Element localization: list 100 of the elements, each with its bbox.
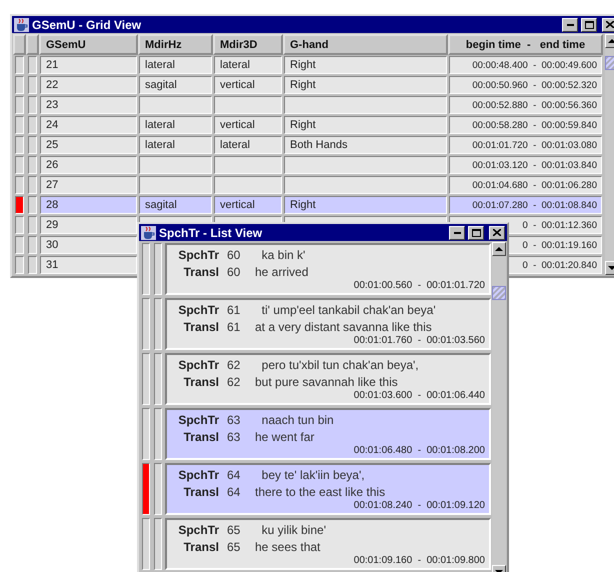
table-cell: 27 [40,176,137,194]
scrollbar-thumb[interactable] [492,286,506,300]
annotation-text: at a very distant savanna like this [255,320,433,334]
time-cell: 00:00:48.400 - 00:00:49.600 [449,56,602,74]
time-cell: 00:00:52.880 - 00:00:56.360 [449,96,602,114]
annotation-number: 65 [227,540,242,554]
table-cell: 24 [40,116,137,134]
time-range: 00:01:08.240 - 00:01:09.120 [354,500,485,511]
table-cell: lateral [214,56,282,74]
entry-marker [154,518,162,570]
column-header[interactable]: MdirHz [138,34,213,55]
annotation-number: 64 [227,484,242,498]
table-cell: 22 [40,76,137,94]
annotation-text: he went far [255,430,316,444]
minimize-icon [566,24,574,26]
table-cell: vertical [214,76,282,94]
annotation-number: 64 [227,468,242,482]
row-marker [28,116,37,134]
tier-label: Transl [182,320,220,334]
annotation-number: 62 [227,358,242,372]
time-range: 00:01:01.760 - 00:01:03.560 [354,335,485,346]
table-cell: Right [284,56,447,74]
table-cell: vertical [214,196,282,214]
tier-label: SpchTr [177,522,220,536]
row-marker [28,256,37,274]
table-cell: 23 [40,96,137,114]
entry-card[interactable]: SpchTr 65 ku yilik bine' Transl 65 he sees that 00:01:09.160 - 00:01:09.800 [165,518,491,570]
annotation-text: he arrived [255,264,310,278]
time-cell: 00:01:01.720 - 00:01:03.080 [449,136,602,154]
table-cell: 28 [40,196,137,214]
tier-label: SpchTr [177,412,220,426]
table-cell: 31 [40,256,137,274]
column-header[interactable]: GSemU [39,34,138,55]
entry-card[interactable]: SpchTr 61 ti' ump'eel tankabil chak'an beya' Transl 61 at a very distant savanna like this 00:01:01.760 - 00:01:03.560 [165,298,491,350]
scroll-up-button[interactable] [492,242,506,256]
tier-label: Transl [182,264,220,278]
tier-label: SpchTr [177,248,220,262]
scrollbar[interactable] [492,242,506,572]
time-cell: 00:00:50.960 - 00:00:52.320 [449,76,602,94]
down-arrow-icon [608,266,614,270]
minimize-button[interactable] [562,18,578,32]
annotation-text: ka bin k' [260,248,306,262]
annotation-text: but pure savannah like this [255,374,399,388]
table-cell: lateral [139,116,212,134]
maximize-button[interactable] [581,18,597,32]
column-header[interactable]: begin time - end time [448,34,603,55]
annotation-text: there to the east like this [255,484,386,498]
time-range: 00:01:09.160 - 00:01:09.800 [354,555,485,566]
tier-label: Transl [182,374,220,388]
minimize-icon [454,232,460,234]
row-marker [28,216,37,234]
entry-card[interactable]: SpchTr 63 naach tun bin Transl 63 he went far 00:01:06.480 - 00:01:08.200 [165,408,491,460]
table-cell: 21 [40,56,137,74]
annotation-number: 65 [227,522,242,536]
maximize-button[interactable] [468,226,484,240]
maximize-icon [472,228,480,236]
annotation-number: 60 [227,264,242,278]
minimize-button[interactable] [449,226,465,240]
entry-marker [154,243,162,295]
table-cell: Right [284,116,447,134]
window-title: SpchTr - List View [159,226,264,240]
tier-label: Transl [182,430,220,444]
table-cell: Both Hands [284,136,447,154]
cup-icon [141,226,156,240]
window-title: GSemU - Grid View [32,18,142,32]
row-marker [28,236,37,254]
annotation-text: naach tun bin [260,412,335,426]
table-cell: sagital [139,76,212,94]
entry-marker [154,298,162,350]
annotation-text: pero tu'xbil tun chak'an beya', [260,358,420,372]
time-range: 00:01:06.480 - 00:01:08.200 [354,445,485,456]
time-range: 00:01:03.600 - 00:01:06.440 [354,390,485,401]
table-cell: 25 [40,136,137,154]
time-range: 00:01:00.560 - 00:01:01.720 [354,280,485,291]
column-header[interactable]: Mdir3D [213,34,283,55]
cup-icon [14,18,29,32]
close-button[interactable] [602,18,614,32]
close-icon [606,21,614,28]
entry-marker [154,353,162,405]
close-button[interactable] [489,226,505,240]
annotation-text: ti' ump'eel tankabil chak'an beya' [260,302,437,316]
entry-card[interactable]: SpchTr 60 ka bin k' Transl 60 he arrived 00:01:00.560 - 00:01:01.720 [165,243,491,295]
time-cell: 00:01:03.120 - 00:01:03.840 [449,156,602,174]
annotation-number: 60 [227,248,242,262]
row-marker [28,56,37,74]
close-icon [493,229,501,236]
annotation-number: 63 [227,412,242,426]
annotation-text: he sees that [255,540,322,554]
column-header[interactable]: G-hand [283,34,448,55]
time-cell: 00:00:58.280 - 00:00:59.840 [449,116,602,134]
up-arrow-icon [608,39,614,43]
time-cell: 00:01:07.280 - 00:01:08.840 [449,196,602,214]
up-arrow-icon [495,247,503,251]
entry-card[interactable]: SpchTr 64 bey te' lak'iin beya', Transl 64 there to the east like this 00:01:08.240 - 00:01:09.120 [165,463,491,515]
annotation-number: 63 [227,430,242,444]
entry-card[interactable]: SpchTr 62 pero tu'xbil tun chak'an beya', Transl 62 but pure savannah like this 00:01:03.600 - 00:01:06.440 [165,353,491,405]
annotation-number: 61 [227,320,242,334]
annotation-number: 61 [227,302,242,316]
tier-label: SpchTr [177,468,220,482]
table-cell: lateral [139,136,212,154]
